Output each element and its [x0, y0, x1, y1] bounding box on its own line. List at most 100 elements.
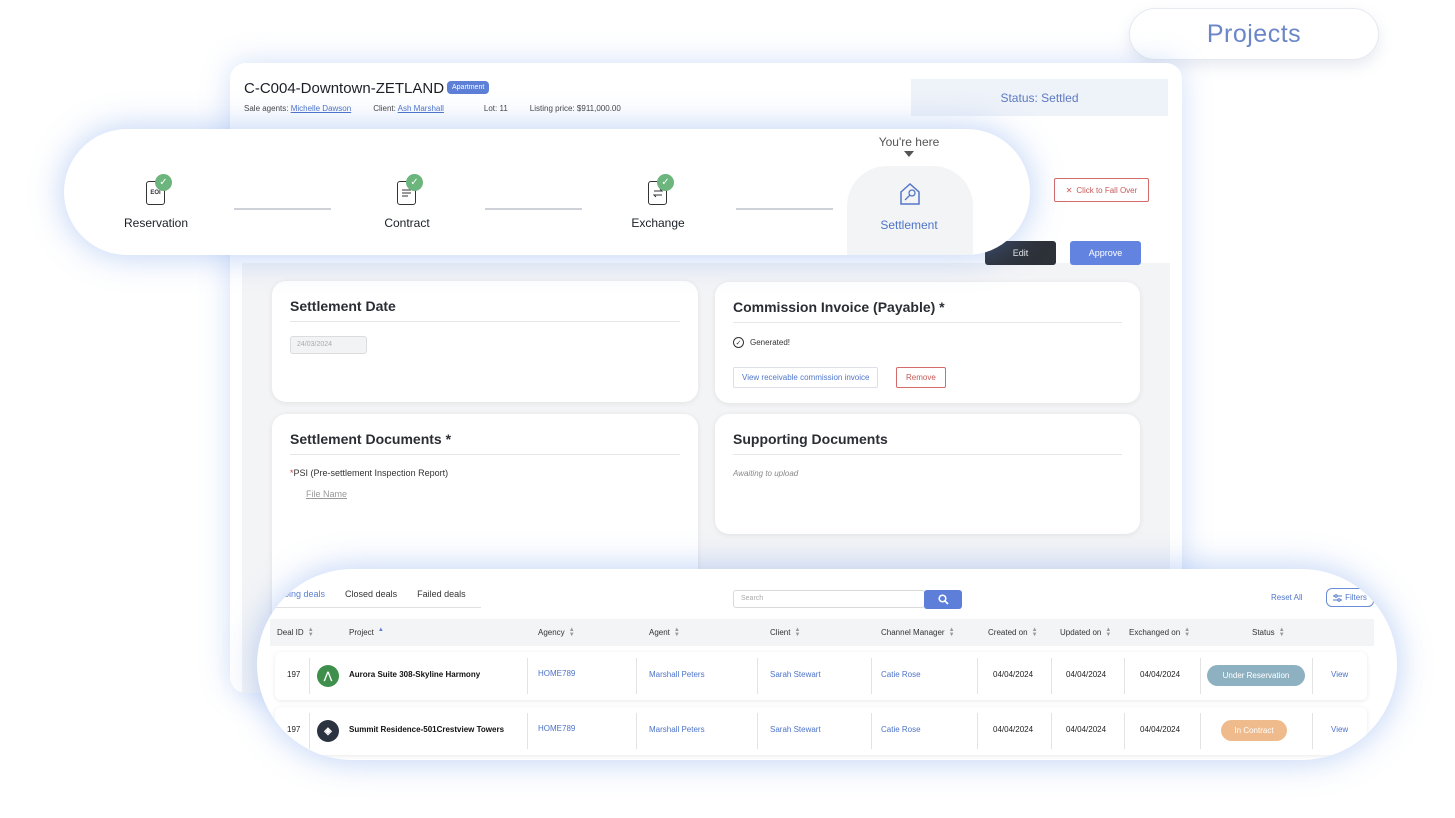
- listing-price: Listing price: $911,000.00: [529, 104, 621, 113]
- col-label: Status: [1252, 628, 1275, 638]
- step-label: Settlement: [880, 218, 938, 232]
- property-type-badge: Apartment: [447, 81, 490, 94]
- search-input[interactable]: Search: [733, 590, 925, 608]
- remove-invoice-button[interactable]: Remove: [896, 367, 946, 388]
- col-updated-on[interactable]: Updated on ▲ ▼: [1060, 627, 1111, 638]
- col-exchanged-on[interactable]: Exchanged on ▲ ▼: [1129, 627, 1191, 638]
- channel-manager-link[interactable]: Catie Rose: [881, 670, 921, 679]
- agent-link[interactable]: Marshall Peters: [649, 670, 705, 679]
- updated-date: 04/04/2024: [1066, 670, 1107, 679]
- cell-divider: [527, 713, 528, 749]
- col-project[interactable]: Project ▲: [349, 627, 384, 638]
- divider: [733, 454, 1122, 455]
- tab-closed-deals[interactable]: Closed deals: [345, 589, 397, 599]
- col-label: Created on: [988, 628, 1028, 638]
- cell-divider: [1200, 713, 1201, 749]
- step-settlement[interactable]: Settlement: [849, 181, 969, 232]
- commission-invoice-panel: Commission Invoice (Payable) * ✓ Generat…: [715, 282, 1140, 403]
- cell-divider: [871, 713, 872, 749]
- cell-divider: [757, 658, 758, 694]
- col-label: Agent: [649, 628, 670, 638]
- agent-link[interactable]: Marshall Peters: [649, 725, 705, 734]
- view-link[interactable]: View: [1331, 670, 1348, 679]
- supporting-documents-panel: Supporting Documents Awaiting to upload: [715, 414, 1140, 534]
- agency-link[interactable]: HOME789: [538, 669, 575, 678]
- panel-title: Settlement Documents *: [290, 431, 452, 447]
- psi-label: *PSI (Pre-settlement Inspection Report): [290, 468, 448, 478]
- step-connector: [485, 208, 582, 210]
- generated-status: ✓ Generated!: [733, 337, 790, 348]
- cell-divider: [527, 658, 528, 694]
- step-label: Exchange: [631, 216, 685, 230]
- status-badge: Under Reservation: [1207, 665, 1305, 686]
- cell-divider: [1312, 658, 1313, 694]
- client-link[interactable]: Sarah Stewart: [770, 725, 821, 734]
- client-link[interactable]: Sarah Stewart: [770, 670, 821, 679]
- col-status[interactable]: Status ▲ ▼: [1252, 627, 1285, 638]
- col-client[interactable]: Client ▲ ▼: [770, 627, 800, 638]
- step-exchange[interactable]: ✓ Exchange: [598, 174, 718, 230]
- tabs-divider: [274, 607, 481, 608]
- channel-manager-link[interactable]: Catie Rose: [881, 725, 921, 734]
- settlement-date-field[interactable]: 24/03/2024: [290, 336, 367, 354]
- table-row[interactable]: 197 ⋀ Aurora Suite 308-Skyline Harmony H…: [275, 652, 1367, 700]
- step-label: Reservation: [123, 216, 189, 230]
- view-invoice-button[interactable]: View receivable commission invoice: [733, 367, 879, 388]
- sort-icon: ▲ ▼: [673, 627, 680, 638]
- check-icon: ✓: [657, 174, 674, 191]
- cell-divider: [1051, 658, 1052, 694]
- check-icon: ✓: [155, 174, 172, 191]
- col-label: Channel Manager: [881, 628, 945, 638]
- updated-date: 04/04/2024: [1066, 725, 1107, 734]
- sort-icon: ▲ ▼: [1184, 627, 1191, 638]
- cell-divider: [1051, 713, 1052, 749]
- cell-divider: [1124, 713, 1125, 749]
- check-icon: ✓: [406, 174, 423, 191]
- created-date: 04/04/2024: [993, 670, 1034, 679]
- cell-divider: [757, 713, 758, 749]
- eoi-document-icon: EOI ✓: [145, 174, 172, 205]
- col-channel-manager[interactable]: Channel Manager ▲ ▼: [881, 627, 955, 638]
- cell-divider: [977, 658, 978, 694]
- you-are-here-label: You're here: [878, 135, 940, 149]
- cell-divider: [871, 658, 872, 694]
- sort-icon: ▲ ▼: [307, 627, 314, 638]
- sale-agent-link[interactable]: Michelle Dawson: [291, 104, 351, 113]
- reset-all-link[interactable]: Reset All: [1271, 593, 1303, 602]
- filters-button[interactable]: Filters: [1326, 588, 1374, 607]
- psi-label-text: PSI (Pre-settlement Inspection Report): [293, 468, 449, 478]
- approve-button[interactable]: Approve: [1070, 241, 1141, 265]
- file-name-link[interactable]: File Name: [306, 489, 347, 499]
- deal-status: Status: Settled: [911, 79, 1168, 116]
- check-circle-icon: ✓: [733, 337, 744, 348]
- col-deal-id[interactable]: Deal ID ▲ ▼: [277, 627, 314, 638]
- close-icon: ✕: [1065, 185, 1073, 195]
- status-badge: In Contract: [1221, 720, 1287, 741]
- col-label: Updated on: [1060, 628, 1102, 638]
- view-link[interactable]: View: [1331, 725, 1348, 734]
- search-button[interactable]: [924, 590, 962, 609]
- sort-icon: ▲ ▼: [1278, 627, 1285, 638]
- step-reservation[interactable]: EOI ✓ Reservation: [96, 174, 216, 230]
- fall-over-button[interactable]: ✕ Click to Fall Over: [1054, 178, 1149, 202]
- col-agent[interactable]: Agent ▲ ▼: [649, 627, 680, 638]
- projects-label: Projects: [1206, 19, 1302, 48]
- agency-link[interactable]: HOME789: [538, 724, 575, 733]
- project-name: Summit Residence-501Crestview Towers: [349, 725, 505, 734]
- tab-ongoing-deals[interactable]: ngoing deals: [274, 589, 325, 599]
- exchanged-date: 04/04/2024: [1140, 670, 1181, 679]
- projects-nav-pill[interactable]: Projects: [1129, 8, 1379, 60]
- table-row[interactable]: 197 ◈ Summit Residence-501Crestview Towe…: [275, 707, 1367, 755]
- deal-tabs: ngoing deals Closed deals Failed deals: [274, 589, 466, 599]
- step-contract[interactable]: ✓ Contract: [347, 174, 467, 230]
- project-logo-icon: ◈: [317, 720, 339, 742]
- step-label: Contract: [384, 216, 430, 230]
- deals-table-panel: ngoing deals Closed deals Failed deals S…: [257, 569, 1397, 760]
- settlement-date-panel: Settlement Date 24/03/2024: [272, 281, 698, 402]
- contract-document-icon: ✓: [396, 174, 423, 205]
- client-link[interactable]: Ash Marshall: [398, 104, 444, 113]
- tab-failed-deals[interactable]: Failed deals: [417, 589, 466, 599]
- cell-divider: [1124, 658, 1125, 694]
- col-created-on[interactable]: Created on ▲ ▼: [988, 627, 1038, 638]
- col-agency[interactable]: Agency ▲ ▼: [538, 627, 575, 638]
